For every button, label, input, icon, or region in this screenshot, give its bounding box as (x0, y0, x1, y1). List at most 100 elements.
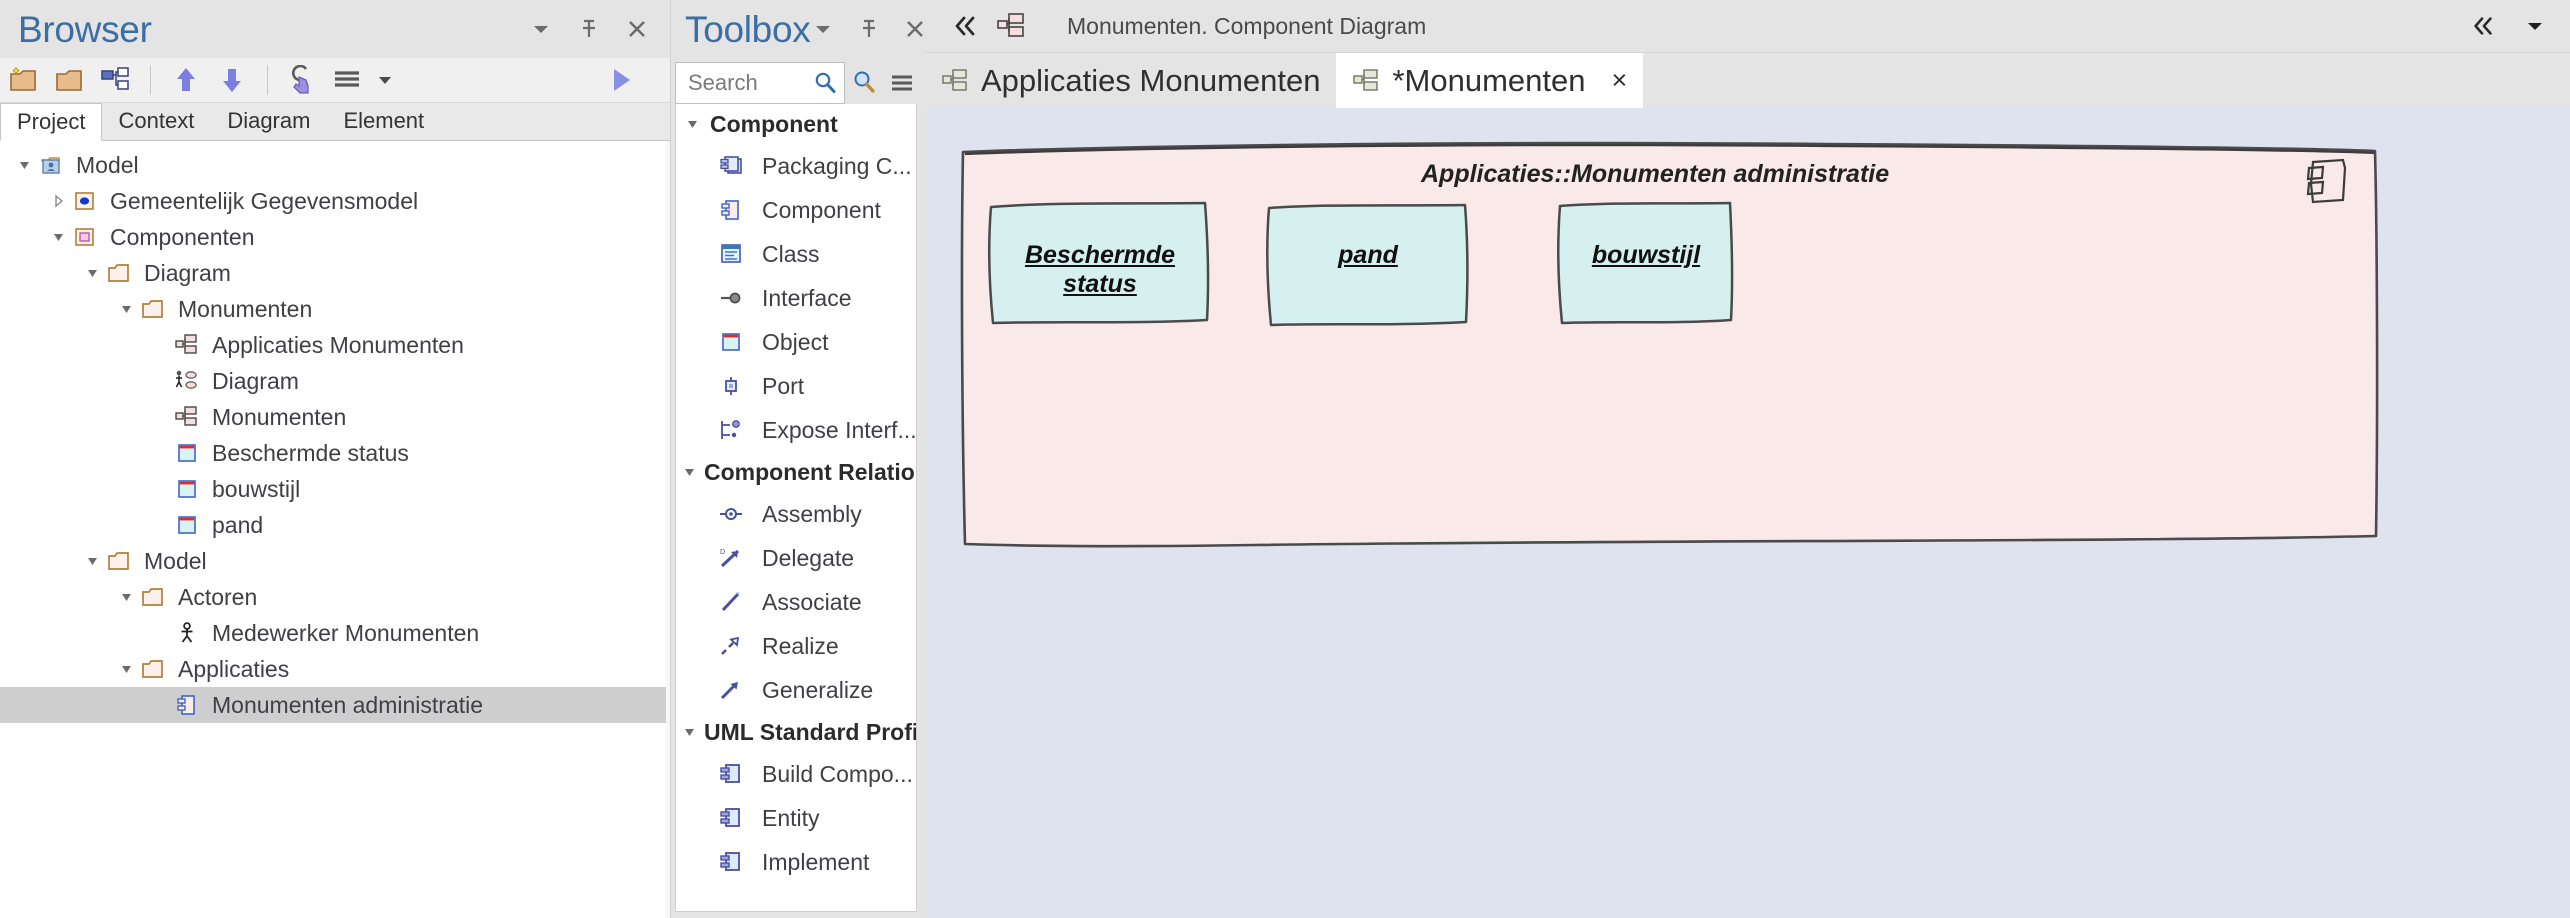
tree-item-componenten[interactable]: Componenten (0, 219, 670, 255)
toolbox-item-object[interactable]: Object (676, 320, 916, 364)
tree-item-model[interactable]: Model (0, 543, 670, 579)
move-down-button[interactable] (209, 59, 255, 101)
tree-item-beschermde-status[interactable]: Beschermde status (0, 435, 670, 471)
toolbox-search-box[interactable]: Search (675, 62, 845, 104)
tree-item-diagram[interactable]: Diagram (0, 363, 670, 399)
toolbox-content: ComponentPackaging C...ComponentClassInt… (675, 104, 917, 912)
interface-icon (714, 283, 748, 313)
run-button[interactable] (598, 59, 644, 101)
tab-element[interactable]: Element (327, 102, 441, 140)
chevron-open-icon[interactable] (116, 589, 138, 605)
toolbox-item-label: Assembly (762, 501, 862, 528)
chevron-open-icon[interactable] (48, 229, 70, 245)
tab-project[interactable]: Project (0, 103, 102, 141)
tab-diagram[interactable]: Diagram (211, 102, 327, 140)
toolbox-item-associate[interactable]: Associate (676, 580, 916, 624)
diagram-canvas[interactable]: Applicaties::Monumenten administratie Be… (925, 108, 2570, 918)
toolbox-item-packaging-c-[interactable]: Packaging C... (676, 144, 916, 188)
toolbox-item-assembly[interactable]: Assembly (676, 492, 916, 536)
toolbox-item-expose-interf-[interactable]: Expose Interf... (676, 408, 916, 452)
package-icon (138, 584, 168, 610)
toolbox-item-port[interactable]: Port (676, 364, 916, 408)
element-label-pand[interactable]: pand (1269, 241, 1467, 270)
close-icon[interactable]: × (1612, 65, 1628, 96)
component-diagram-icon (172, 332, 202, 358)
tree-item-actoren[interactable]: Actoren (0, 579, 670, 615)
move-up-button[interactable] (163, 59, 209, 101)
component-diagram-icon (172, 404, 202, 430)
assembly-icon (714, 499, 748, 529)
tree-item-label: Applicaties Monumenten (212, 334, 464, 357)
toolbox-group-uml-standard-profil[interactable]: UML Standard Profil (676, 712, 916, 752)
chevron-open-icon[interactable] (14, 157, 36, 173)
tree-item-monumenten-administratie[interactable]: Monumenten administratie (0, 687, 670, 723)
tree-item-model[interactable]: Model (0, 147, 670, 183)
component-icon (172, 692, 202, 718)
search-icon[interactable] (812, 70, 838, 96)
select-pointer-button[interactable] (280, 59, 326, 101)
chevron-open-icon[interactable] (82, 553, 104, 569)
tree-item-medewerker-monumenten[interactable]: Medewerker Monumenten (0, 615, 670, 651)
chevron-open-icon[interactable] (116, 301, 138, 317)
new-model-package-button[interactable] (0, 59, 46, 101)
diagram-view-button[interactable] (92, 59, 138, 101)
tree-item-applicaties[interactable]: Applicaties (0, 651, 670, 687)
package-icon (104, 260, 134, 286)
toolbox-item-realize[interactable]: Realize (676, 624, 916, 668)
chevron-down-icon[interactable] (2522, 13, 2548, 39)
diagram-tab-applicaties-monumenten[interactable]: Applicaties Monumenten (925, 53, 1336, 108)
hamburger-icon[interactable] (883, 62, 921, 104)
chevron-open-icon[interactable] (682, 464, 698, 480)
toolbox-item-delegate[interactable]: DDelegate (676, 536, 916, 580)
object-icon (172, 512, 202, 538)
tree-item-gemeentelijk-gegevensmodel[interactable]: Gemeentelijk Gegevensmodel (0, 183, 670, 219)
tree-item-label: Componenten (110, 226, 255, 249)
pin-icon[interactable] (856, 16, 882, 42)
pin-icon[interactable] (576, 16, 602, 42)
find-icon[interactable] (845, 62, 883, 104)
toolbox-item-entity[interactable]: Entity (676, 796, 916, 840)
tree-item-pand[interactable]: pand (0, 507, 670, 543)
toolbox-item-implement[interactable]: Implement (676, 840, 916, 884)
generalize-icon (714, 675, 748, 705)
search-input[interactable]: Search (688, 70, 812, 96)
chevron-open-icon[interactable] (116, 661, 138, 677)
model-icon (36, 152, 66, 178)
chevron-down-icon[interactable] (810, 16, 836, 42)
menu-dropdown-arrow[interactable] (372, 59, 398, 101)
chevron-closed-icon[interactable] (48, 193, 70, 209)
chevron-open-icon[interactable] (82, 265, 104, 281)
tab-context-label: Context (118, 108, 194, 134)
toolbox-item-label: Interface (762, 285, 852, 312)
diagram-tab-monumenten[interactable]: *Monumenten × (1336, 53, 1643, 108)
toolbox-item-class[interactable]: Class (676, 232, 916, 276)
new-package-button[interactable] (46, 59, 92, 101)
tree-item-applicaties-monumenten[interactable]: Applicaties Monumenten (0, 327, 670, 363)
toolbox-item-interface[interactable]: Interface (676, 276, 916, 320)
tree-item-bouwstijl[interactable]: bouwstijl (0, 471, 670, 507)
component-icon (714, 195, 748, 225)
tab-project-label: Project (17, 109, 85, 135)
double-chevron-left-icon[interactable] (2470, 13, 2496, 39)
diagram-tab-strip: Applicaties Monumenten *Monumenten × (925, 53, 2570, 108)
chevron-open-icon[interactable] (682, 724, 698, 740)
toolbox-group-component-relation[interactable]: Component Relation (676, 452, 916, 492)
component-stereotype-icon (714, 759, 748, 789)
menu-button[interactable] (326, 59, 372, 101)
tree-item-monumenten[interactable]: Monumenten (0, 399, 670, 435)
toolbox-item-component[interactable]: Component (676, 188, 916, 232)
toolbox-scrollbar[interactable] (917, 104, 925, 918)
element-label-beschermde-status[interactable]: Beschermde status (991, 241, 1209, 299)
chevron-open-icon[interactable] (682, 116, 704, 132)
close-icon[interactable] (624, 16, 650, 42)
tree-item-diagram[interactable]: Diagram (0, 255, 670, 291)
double-chevron-left-icon[interactable] (943, 13, 987, 39)
diagram-tab-label: Applicaties Monumenten (981, 63, 1320, 99)
toolbox-group-component[interactable]: Component (676, 104, 916, 144)
tab-context[interactable]: Context (102, 102, 211, 140)
chevron-down-icon[interactable] (528, 16, 554, 42)
element-label-bouwstijl[interactable]: bouwstijl (1560, 241, 1732, 270)
toolbox-item-generalize[interactable]: Generalize (676, 668, 916, 712)
toolbox-item-build-compo-[interactable]: Build Compo... (676, 752, 916, 796)
tree-item-monumenten[interactable]: Monumenten (0, 291, 670, 327)
